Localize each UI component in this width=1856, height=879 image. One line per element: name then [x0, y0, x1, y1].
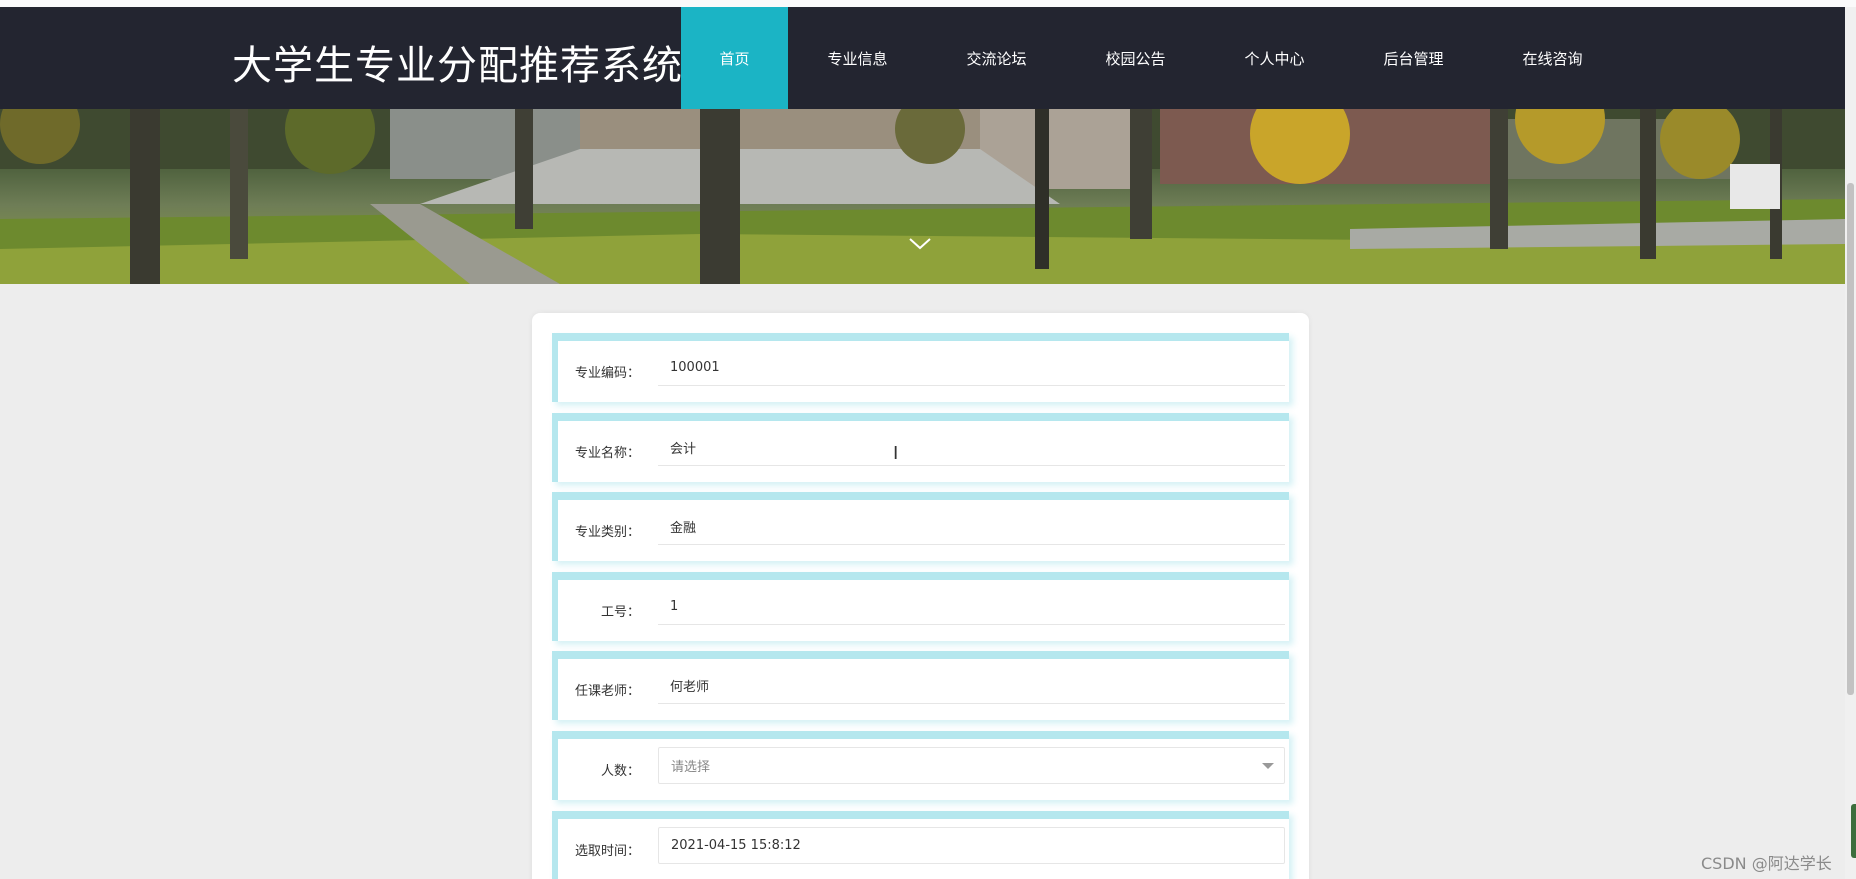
- form-row-staff-id: 工号： 1: [552, 572, 1289, 641]
- field-label: 专业名称：: [574, 446, 640, 461]
- teacher-field[interactable]: 何老师: [658, 667, 1285, 704]
- nav-item-major-info[interactable]: 专业信息: [788, 7, 927, 109]
- major-category-field[interactable]: 金融: [658, 508, 1285, 545]
- field-label: 人数：: [600, 764, 640, 779]
- chevron-down-icon[interactable]: [906, 233, 934, 253]
- scrollbar-thumb[interactable]: [1847, 183, 1854, 695]
- nav-item-admin[interactable]: 后台管理: [1344, 7, 1483, 109]
- text-cursor-icon: I: [893, 443, 899, 464]
- headcount-select-placeholder: 请选择: [671, 760, 711, 775]
- page-scrollbar[interactable]: [1845, 7, 1856, 879]
- nav-item-consult[interactable]: 在线咨询: [1483, 7, 1622, 109]
- field-label: 任课老师：: [574, 684, 640, 699]
- header: 大学生专业分配推荐系统 首页 专业信息 交流论坛 校园公告 个人中心 后台管理 …: [0, 7, 1845, 109]
- field-label: 专业类别：: [574, 525, 640, 540]
- watermark: CSDN @阿达学长: [1701, 854, 1832, 873]
- pick-time-field[interactable]: 2021-04-15 15:8:12: [658, 827, 1285, 864]
- top-strip: [0, 0, 1856, 7]
- field-label: 选取时间：: [574, 844, 640, 859]
- form-row-teacher: 任课老师： 何老师: [552, 651, 1289, 720]
- headcount-select[interactable]: 请选择: [658, 747, 1285, 784]
- form-row-major-code: 专业编码： 100001: [552, 333, 1289, 402]
- major-code-field[interactable]: 100001: [658, 349, 1285, 386]
- dropdown-arrow-icon: [1262, 763, 1274, 769]
- form-row-pick-time: 选取时间： 2021-04-15 15:8:12: [552, 811, 1289, 879]
- banner-scene: [0, 109, 1845, 284]
- form-row-headcount: 人数： 请选择: [552, 731, 1289, 800]
- staff-id-field[interactable]: 1: [658, 588, 1285, 625]
- main-nav: 首页 专业信息 交流论坛 校园公告 个人中心 后台管理 在线咨询: [681, 7, 1622, 109]
- form-row-major-name: 专业名称： 会计: [552, 413, 1289, 482]
- side-tab[interactable]: [1851, 804, 1856, 858]
- nav-item-personal-center[interactable]: 个人中心: [1205, 7, 1344, 109]
- major-name-field[interactable]: 会计: [658, 429, 1285, 466]
- nav-item-home[interactable]: 首页: [681, 7, 788, 109]
- page: 大学生专业分配推荐系统 首页 专业信息 交流论坛 校园公告 个人中心 后台管理 …: [0, 0, 1856, 879]
- campus-banner-image: [0, 109, 1845, 284]
- form-row-major-category: 专业类别： 金融: [552, 492, 1289, 561]
- nav-item-forum[interactable]: 交流论坛: [927, 7, 1066, 109]
- field-label: 专业编码：: [574, 366, 640, 381]
- site-title: 大学生专业分配推荐系统: [232, 43, 683, 89]
- nav-item-announcements[interactable]: 校园公告: [1066, 7, 1205, 109]
- field-label: 工号：: [600, 605, 640, 620]
